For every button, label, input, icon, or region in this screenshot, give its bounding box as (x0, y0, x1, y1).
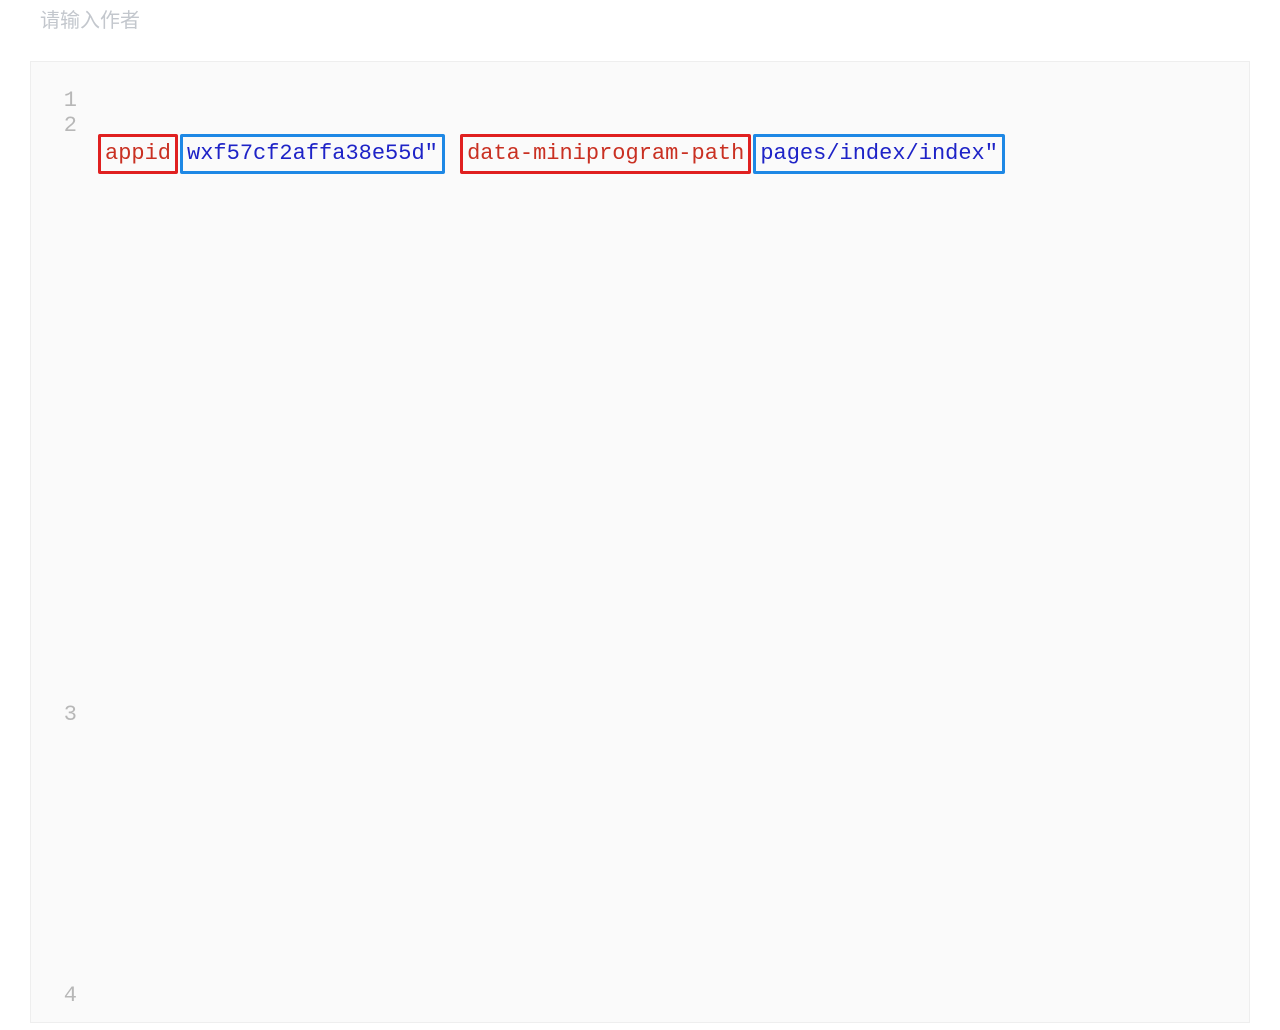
line-number: 2 (31, 113, 77, 138)
line-number: 1 (31, 88, 77, 113)
highlight-path-val: pages/index/index" (760, 141, 998, 166)
line-number: 3 (31, 702, 77, 727)
code-token (97, 229, 169, 254)
highlight-appid-val: wxf57cf2affa38e55d" (187, 141, 438, 166)
code-content[interactable]: appid wxf57cf2affa38e55d" data-miniprogra… (87, 62, 1249, 1022)
code-editor[interactable]: 1 2 3 4 appid wxf57cf2affa38e55d" data-mi… (30, 61, 1250, 1023)
author-input-placeholder[interactable]: 请输入作者 (0, 0, 1280, 37)
line-gap-3 (31, 727, 77, 983)
line-gap-2 (31, 138, 77, 702)
line-number: 4 (31, 983, 77, 1008)
line-number-gutter: 1 2 3 4 (31, 62, 87, 1022)
highlight-appid-key: appid (105, 141, 171, 166)
highlight-path-key: data-miniprogram-path (467, 141, 744, 166)
